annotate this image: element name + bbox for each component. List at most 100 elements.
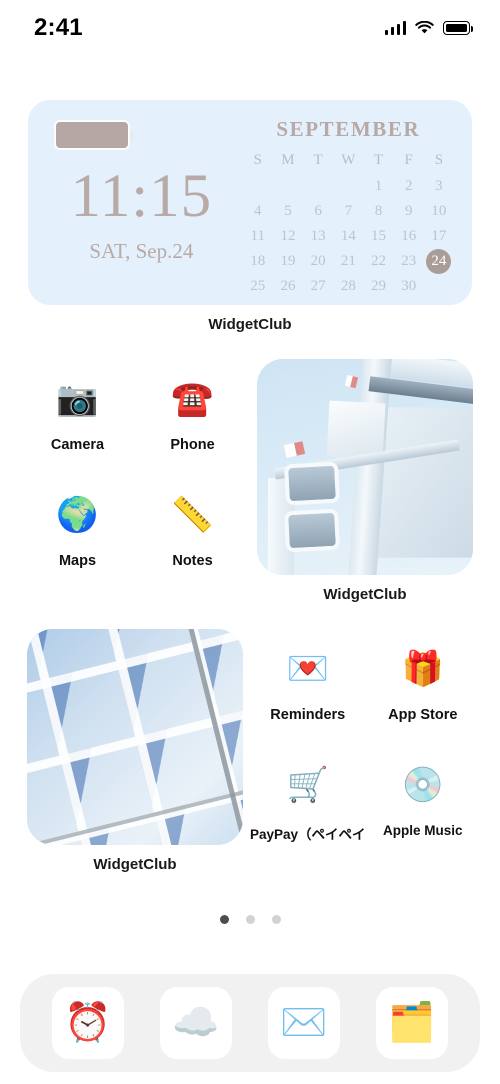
calendar-weekday-3: W [341,152,356,168]
calendar-day: 15 [371,228,387,244]
calendar-weekday-5: F [404,152,413,168]
tape-measure-icon: 📏 [171,496,214,534]
page-dot-0[interactable] [219,915,229,924]
widget-date: SAT, Sep.24 [89,239,194,263]
top-widget-label: WidgetClub [208,316,292,333]
calendar-day: 21 [340,253,356,269]
app-paypay[interactable]: 🛒 PayPay（ペイペイ [250,745,366,861]
calendar-day: 20 [310,253,326,269]
calendar-weekday-1: M [281,152,295,168]
battery-widget-icon [54,120,134,150]
traffic-light-photo-widget[interactable] [257,359,473,575]
dock-item-mail[interactable]: ✉️ [268,987,340,1059]
calendar-grid: SMTWTFS....12345678910111213141516171819… [243,149,454,297]
calendar-blank-cell: . [243,176,273,197]
calendar-day: 6 [314,203,322,219]
calendar-day: 8 [374,203,383,219]
shopping-cart-icon: 🛒 [286,766,329,804]
app-maps[interactable]: 🌍 Maps [20,475,135,591]
calendar-day: 4 [254,203,262,219]
glass-windows-photo-widget[interactable] [27,629,243,845]
calendar-day: 13 [310,228,326,244]
calendar-day: 2 [404,178,413,194]
app-label: Maps [58,553,97,569]
status-bar-indicators [384,21,473,35]
app-label: Reminders [270,707,346,723]
status-bar-time: 2:41 [34,14,83,41]
app-camera[interactable]: 📷 Camera [20,359,135,475]
photo-box-layer [326,400,386,460]
dock-item-clock[interactable]: ⏰ [52,987,124,1059]
page-dot-1[interactable] [245,915,255,924]
calendar-day: 19 [280,253,296,269]
apps-grid-top: 📷 Camera ☎️ Phone 🌍 Maps 📏 Notes [20,359,250,603]
calendar-blank-cell: . [273,176,303,197]
app-label: Apple Music [383,823,463,838]
calendar-day: 29 [371,278,387,294]
calendar-day: 27 [310,278,326,294]
app-apple-music[interactable]: 💿 Apple Music [366,745,480,861]
calendar-weekday-2: T [313,152,323,168]
app-label: Notes [172,553,213,569]
photo-widget-top-label: WidgetClub [323,586,407,603]
globe-stand-icon: 🌍 [56,496,99,534]
app-reminders[interactable]: 💌 Reminders [250,629,366,745]
cellular-signal-icon [384,21,406,35]
calendar-day: 23 [401,253,417,269]
telephone-icon: ☎️ [171,380,214,418]
app-app-store[interactable]: 🎁 App Store [366,629,480,745]
app-phone[interactable]: ☎️ Phone [135,359,250,475]
wifi-icon [415,21,434,34]
calendar-day: 14 [340,228,356,244]
app-notes[interactable]: 📏 Notes [135,475,250,591]
calendar-day: 10 [431,203,447,219]
home-row-one: 📷 Camera ☎️ Phone 🌍 Maps 📏 Notes WidgetClub [0,359,500,603]
app-label: App Store [388,707,458,723]
page-indicator[interactable] [0,915,500,924]
calendar-day: 28 [340,278,356,294]
calendar-day: 17 [431,228,447,244]
photo-widget-bottom-label: WidgetClub [93,856,177,873]
widget-calendar-panel: SEPTEMBER SMTWTFS....1234567891011121314… [237,100,472,305]
photo-traffic-lamp-upper [284,461,341,506]
calendar-day: 25 [250,278,266,294]
apps-grid-bottom: 💌 Reminders 🎁 App Store 🛒 PayPay（ペイペイ 💿 Apple M… [250,629,480,873]
widget-clock-panel: 11:15 SAT, Sep.24 [28,100,237,305]
calendar-day: 1 [374,178,383,194]
top-widget-container[interactable]: 11:15 SAT, Sep.24 SEPTEMBER S M T W T F S.... 1… [28,100,472,333]
calendar-day: 7 [344,203,353,219]
calendar-month-title: SEPTEMBER [276,117,421,141]
status-bar: 2:41 [0,0,500,56]
camera-icon: 📷 [56,380,99,418]
calendar-blank-cell: . [303,176,333,197]
optical-disc-icon: 💿 [401,766,444,804]
widget-time: 11:15 [70,163,213,230]
glass-frame-layer [27,629,243,845]
calendar-day: 18 [250,253,266,269]
photo-widget-bottom-container[interactable]: WidgetClub [20,629,250,873]
calendar-day: 26 [280,278,296,294]
dock-item-weather[interactable]: ☁️ [160,987,232,1059]
calendar-day: 22 [371,253,387,269]
calendar-day-today: 24 [424,249,454,274]
calendar-day: 30 [401,278,417,294]
home-row-two: WidgetClub 💌 Reminders 🎁 App Store 🛒 PayPay（ペ… [0,629,500,873]
page-dot-2[interactable] [271,915,281,924]
photo-widget-top-container[interactable]: WidgetClub [250,359,480,603]
gift-box-icon: 🎁 [401,650,444,688]
clock-calendar-widget[interactable]: 11:15 SAT, Sep.24 SEPTEMBER S M T W T F S.... 1… [28,100,472,305]
dock: ⏰ ☁️ ✉️ 🗂️ [20,974,480,1072]
calendar-weekday-6: S [434,152,444,168]
calendar-day: 16 [401,228,417,244]
app-label: Camera [50,437,105,453]
calendar-weekday-0: S [253,152,262,168]
battery-icon [443,21,473,35]
calendar-weekday-4: T [373,152,384,168]
dock-item-files[interactable]: 🗂️ [376,987,448,1059]
calendar-day: 12 [280,228,296,244]
app-label: Phone [170,437,215,453]
calendar-blank-cell: . [333,176,363,197]
calendar-day: 5 [284,203,292,219]
love-letter-heart-icon: 💌 [286,650,329,688]
calendar-day: 9 [404,203,413,219]
